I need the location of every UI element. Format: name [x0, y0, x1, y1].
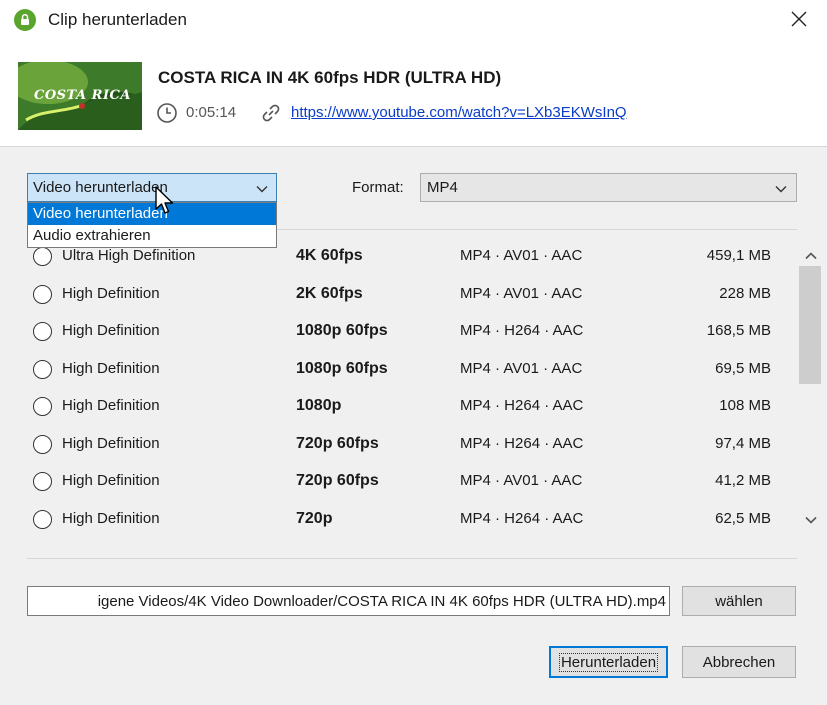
file-size: 168,5 MB [706, 322, 771, 339]
chevron-down-icon [775, 186, 787, 193]
resolution-label: 720p [296, 509, 333, 527]
list-bottom-divider [27, 558, 797, 559]
quality-list-scrollbar[interactable] [797, 240, 824, 538]
quality-label: High Definition [62, 284, 160, 302]
scroll-up-button[interactable] [797, 246, 824, 266]
quality-label: Ultra High Definition [62, 247, 196, 264]
resolution-label: 720p 60fps [296, 472, 379, 489]
file-size: 108 MB [719, 397, 771, 414]
quality-row[interactable]: High Definition 2K 60fps MP4 · AV01 · AA… [0, 276, 797, 314]
quality-label: High Definition [62, 472, 160, 489]
save-path-value: igene Videos/4K Video Downloader/COSTA R… [97, 593, 666, 610]
quality-radio[interactable] [33, 397, 52, 416]
scroll-thumb[interactable] [799, 266, 821, 384]
quality-list: Ultra High Definition 4K 60fps MP4 · AV0… [0, 238, 797, 538]
resolution-label: 720p 60fps [296, 434, 379, 452]
choose-folder-button[interactable]: wählen [682, 586, 796, 616]
file-size: 62,5 MB [715, 509, 771, 527]
quality-label: High Definition [62, 359, 160, 377]
cancel-button[interactable]: Abbrechen [682, 646, 796, 678]
resolution-label: 1080p 60fps [296, 322, 388, 339]
codec-label: MP4 · AV01 · AAC [460, 284, 583, 302]
chevron-down-icon [804, 516, 817, 524]
file-size: 228 MB [719, 284, 771, 302]
format-label: Format: [352, 179, 404, 196]
quality-label: High Definition [62, 509, 160, 527]
quality-radio[interactable] [33, 472, 52, 491]
resolution-label: 4K 60fps [296, 247, 363, 264]
resolution-label: 2K 60fps [296, 284, 363, 302]
thumbnail-caption: COSTA RICA [34, 88, 131, 103]
resolution-label: 1080p 60fps [296, 359, 388, 377]
dropdown-option-video[interactable]: Video herunterladen [28, 203, 276, 225]
download-mode-dropdown: Video herunterladen Audio extrahieren [27, 202, 277, 248]
quality-row[interactable]: High Definition 720p MP4 · H264 · AAC 62… [0, 501, 797, 539]
scroll-down-button[interactable] [797, 510, 824, 530]
download-mode-select[interactable]: Video herunterladen [27, 173, 277, 202]
save-path-input[interactable]: igene Videos/4K Video Downloader/COSTA R… [27, 586, 670, 616]
close-button[interactable] [782, 4, 816, 34]
download-mode-value: Video herunterladen [33, 179, 168, 196]
quality-radio[interactable] [33, 359, 52, 379]
clip-header: COSTA RICA COSTA RICA IN 4K 60fps HDR (U… [0, 40, 827, 146]
mouse-cursor-icon [155, 186, 174, 214]
file-size: 459,1 MB [706, 247, 771, 264]
file-size: 69,5 MB [715, 359, 771, 377]
quality-radio[interactable] [33, 509, 52, 529]
quality-radio[interactable] [33, 284, 52, 304]
file-size: 97,4 MB [715, 434, 771, 452]
link-icon [262, 104, 280, 122]
close-icon [791, 11, 807, 27]
quality-label: High Definition [62, 397, 160, 414]
quality-row[interactable]: High Definition 720p 60fps MP4 · H264 · … [0, 426, 797, 464]
quality-label: High Definition [62, 434, 160, 452]
quality-radio[interactable] [33, 247, 52, 266]
clock-icon [157, 103, 177, 123]
codec-label: MP4 · AV01 · AAC [460, 247, 583, 264]
quality-row[interactable]: High Definition 1080p 60fps MP4 · H264 ·… [0, 313, 797, 351]
title-bar: Clip herunterladen [0, 0, 827, 40]
clip-thumbnail: COSTA RICA [18, 62, 142, 130]
codec-label: MP4 · H264 · AAC [460, 434, 584, 452]
clip-duration: 0:05:14 [186, 104, 237, 121]
format-select-value: MP4 [427, 179, 458, 196]
codec-label: MP4 · H264 · AAC [460, 397, 584, 414]
codec-label: MP4 · AV01 · AAC [460, 359, 583, 377]
quality-radio[interactable] [33, 322, 52, 341]
chevron-up-icon [804, 252, 817, 260]
codec-label: MP4 · H264 · AAC [460, 322, 584, 339]
resolution-label: 1080p [296, 397, 342, 414]
quality-row[interactable]: High Definition 1080p MP4 · H264 · AAC 1… [0, 388, 797, 426]
dropdown-option-audio[interactable]: Audio extrahieren [28, 225, 276, 247]
format-select[interactable]: MP4 [420, 173, 797, 202]
app-icon [14, 9, 36, 31]
quality-row[interactable]: High Definition 1080p 60fps MP4 · AV01 ·… [0, 351, 797, 389]
codec-label: MP4 · AV01 · AAC [460, 472, 583, 489]
chevron-down-icon [256, 186, 268, 193]
codec-label: MP4 · H264 · AAC [460, 509, 584, 527]
clip-url-link[interactable]: https://www.youtube.com/watch?v=LXb3EKWs… [291, 104, 627, 121]
quality-label: High Definition [62, 322, 160, 339]
quality-radio[interactable] [33, 434, 52, 454]
download-button[interactable]: Herunterladen [549, 646, 668, 678]
window-title: Clip herunterladen [48, 10, 187, 29]
file-size: 41,2 MB [715, 472, 771, 489]
quality-row[interactable]: High Definition 720p 60fps MP4 · AV01 · … [0, 463, 797, 501]
clip-title: COSTA RICA IN 4K 60fps HDR (ULTRA HD) [158, 68, 502, 87]
download-button-label: Herunterladen [558, 652, 659, 672]
